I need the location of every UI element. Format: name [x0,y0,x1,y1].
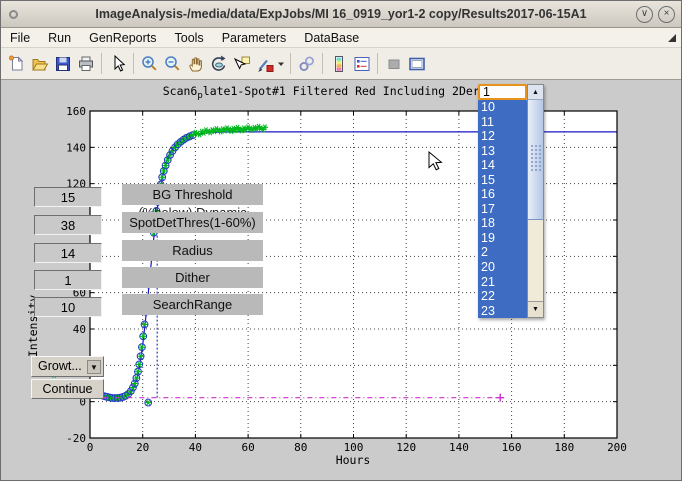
window-menu-icon[interactable] [9,10,18,19]
field-spotdetthres-1-60-[interactable] [34,215,102,235]
toolbar-separator [101,53,102,74]
app-window: ImageAnalysis-/media/data/ExpJobs/MI 16_… [0,0,682,481]
scrollbar-thumb[interactable] [528,100,543,220]
menu-item-file[interactable]: File [1,28,39,48]
figure-area: 020406080100120140160180200-200204060801… [1,80,682,481]
spot-selector-current-item[interactable]: 1 [478,84,527,100]
svg-text:20: 20 [136,441,149,454]
growth-dropdown[interactable]: Growt... ▼ [31,356,104,377]
brush-dropdown-icon[interactable] [276,52,286,75]
field-searchrange[interactable] [34,297,102,317]
save-icon[interactable] [51,52,74,75]
toolbar [1,48,681,80]
svg-text:200: 200 [607,441,627,454]
label-dither: Dither [122,267,263,288]
label-searchrange: SearchRange [122,294,263,315]
menu-item-run[interactable]: Run [39,28,80,48]
toolbar-separator [290,53,291,74]
popup-scrollbar[interactable]: ▲ ▼ [527,84,544,318]
spot-selector-item-15[interactable]: 15 [478,173,527,188]
spot-selector-item-21[interactable]: 21 [478,275,527,290]
svg-text:0: 0 [87,441,94,454]
spot-selector-item-19[interactable]: 19 [478,231,527,246]
spot-selector-list: 10111213141516171819220212223 [478,100,527,318]
svg-text:60: 60 [241,441,254,454]
x-axis-label: Hours [336,453,371,467]
svg-text:40: 40 [189,441,202,454]
menu-item-genreports[interactable]: GenReports [80,28,165,48]
rotate-3d-icon[interactable] [207,52,230,75]
label-bg-threshold: BG Threshold [122,184,263,205]
spot-selector-item-10[interactable]: 10 [478,100,527,115]
toolbar-separator [322,53,323,74]
spot-selector-item-20[interactable]: 20 [478,260,527,275]
label-spotdetthres-1-60-: SpotDetThres(1-60%) [122,212,263,233]
insert-colorbar-icon[interactable] [327,52,350,75]
open-file-icon[interactable] [28,52,51,75]
print-icon[interactable] [74,52,97,75]
insert-legend-icon[interactable] [350,52,373,75]
menu-bar: FileRunGenReportsToolsParametersDataBase [1,28,681,48]
spot-selector-item-12[interactable]: 12 [478,129,527,144]
scrollbar-track[interactable] [528,220,543,301]
spot-selector-item-17[interactable]: 17 [478,202,527,217]
spot-selector-item-22[interactable]: 22 [478,289,527,304]
chevron-down-icon: ▼ [87,360,101,374]
spot-selector-item-11[interactable]: 11 [478,115,527,130]
link-plots-icon[interactable] [295,52,318,75]
menu-item-tools[interactable]: Tools [166,28,213,48]
spot-selector-popup: 1 10111213141516171819220212223 ▲ ▼ [478,84,544,318]
scroll-up-icon[interactable]: ▲ [528,85,543,100]
svg-text:160: 160 [66,105,86,118]
scrollbar-grip [530,144,541,172]
spot-selector-item-13[interactable]: 13 [478,144,527,159]
minimize-button[interactable]: ∨ [636,6,653,23]
svg-text:140: 140 [66,141,86,154]
scroll-down-icon[interactable]: ▼ [528,301,543,317]
window-title: ImageAnalysis-/media/data/ExpJobs/MI 16_… [95,7,586,21]
svg-text:80: 80 [294,441,307,454]
continue-button[interactable]: Continue [31,379,104,399]
menu-items: FileRunGenReportsToolsParametersDataBase [1,31,368,45]
svg-text:160: 160 [502,441,522,454]
spot-selector-item-16[interactable]: 16 [478,187,527,202]
svg-text:-20: -20 [66,432,86,445]
pan-hand-icon[interactable] [184,52,207,75]
svg-text:120: 120 [396,441,416,454]
field-dither[interactable] [34,270,102,290]
spot-selector-item-14[interactable]: 14 [478,158,527,173]
menu-item-database[interactable]: DataBase [295,28,368,48]
brush-icon[interactable] [253,52,276,75]
hide-plot-tools-icon[interactable] [382,52,405,75]
title-bar[interactable]: ImageAnalysis-/media/data/ExpJobs/MI 16_… [1,1,681,28]
plot-canvas[interactable]: 020406080100120140160180200-200204060801… [1,80,682,481]
edit-cursor-icon[interactable] [106,52,129,75]
growth-dropdown-label: Growt... [38,359,82,373]
mouse-cursor [428,151,444,173]
data-cursor-icon[interactable] [230,52,253,75]
menu-overflow-icon[interactable] [668,34,676,42]
show-plot-tools-icon[interactable] [405,52,428,75]
field-bg-threshold[interactable] [34,187,102,207]
field-radius[interactable] [34,243,102,263]
close-button[interactable]: × [658,6,675,23]
plot-title: Scan6plate1-Spot#1 Filtered Red Includin… [163,84,522,101]
menu-item-parameters[interactable]: Parameters [213,28,296,48]
svg-text:40: 40 [73,323,86,336]
spot-selector-item-2[interactable]: 2 [478,245,527,260]
svg-text:140: 140 [449,441,469,454]
spot-selector-item-23[interactable]: 23 [478,304,527,319]
svg-text:180: 180 [554,441,574,454]
zoom-in-icon[interactable] [138,52,161,75]
toolbar-separator [377,53,378,74]
label-radius: Radius [122,240,263,261]
spot-selector-item-18[interactable]: 18 [478,216,527,231]
new-file-icon[interactable] [5,52,28,75]
zoom-out-icon[interactable] [161,52,184,75]
toolbar-separator [133,53,134,74]
